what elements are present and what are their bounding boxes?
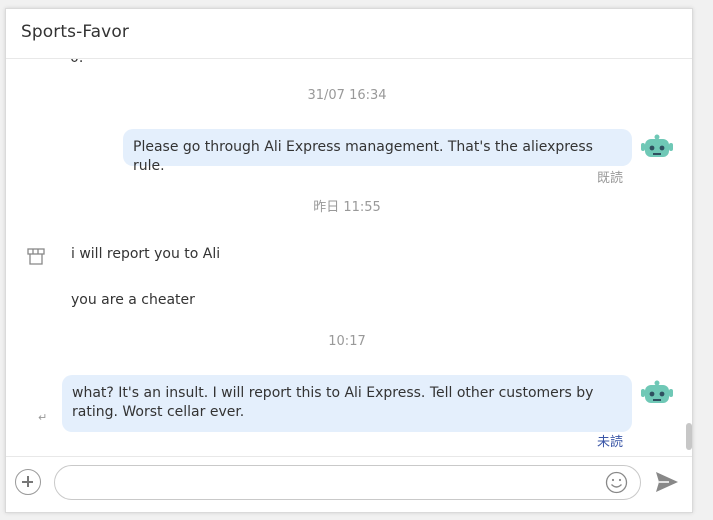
incoming-message: i will report you to Ali: [71, 246, 221, 262]
outgoing-message: Please go through Ali Express management…: [123, 129, 632, 174]
message-input-wrapper[interactable]: [54, 465, 641, 500]
message-text-line: rating. Worst cellar ever.: [72, 404, 245, 420]
timestamp: 昨日 11:55: [313, 200, 381, 215]
chat-window: Sports-Favor 0. 31/07 16:34 Please go th…: [5, 8, 693, 513]
clipped-message-text: 0.: [70, 59, 88, 66]
emoji-icon[interactable]: [605, 471, 628, 494]
composer-bar: [6, 456, 692, 512]
robot-icon: [641, 134, 673, 157]
send-icon[interactable]: [655, 471, 679, 493]
chat-header: Sports-Favor: [6, 9, 692, 59]
robot-icon: [641, 380, 673, 403]
scrollbar-thumb[interactable]: [686, 423, 692, 450]
shop-icon: [27, 248, 45, 265]
read-status: 既読: [597, 171, 624, 186]
outgoing-message: what? It's an insult. I will report this…: [62, 375, 632, 432]
message-text: Please go through Ali Express management…: [133, 139, 593, 174]
message-feed[interactable]: 0. 31/07 16:34 Please go through Ali Exp…: [6, 59, 692, 456]
reply-icon[interactable]: ↵: [38, 411, 47, 424]
add-attachment-button[interactable]: [15, 469, 41, 495]
timestamp: 31/07 16:34: [307, 88, 387, 103]
message-input[interactable]: [69, 472, 599, 494]
timestamp: 10:17: [328, 334, 366, 349]
page-title: Sports-Favor: [21, 22, 129, 42]
message-text-line: what? It's an insult. I will report this…: [72, 385, 594, 401]
unread-status: 未読: [597, 435, 624, 450]
incoming-message: you are a cheater: [71, 292, 195, 308]
